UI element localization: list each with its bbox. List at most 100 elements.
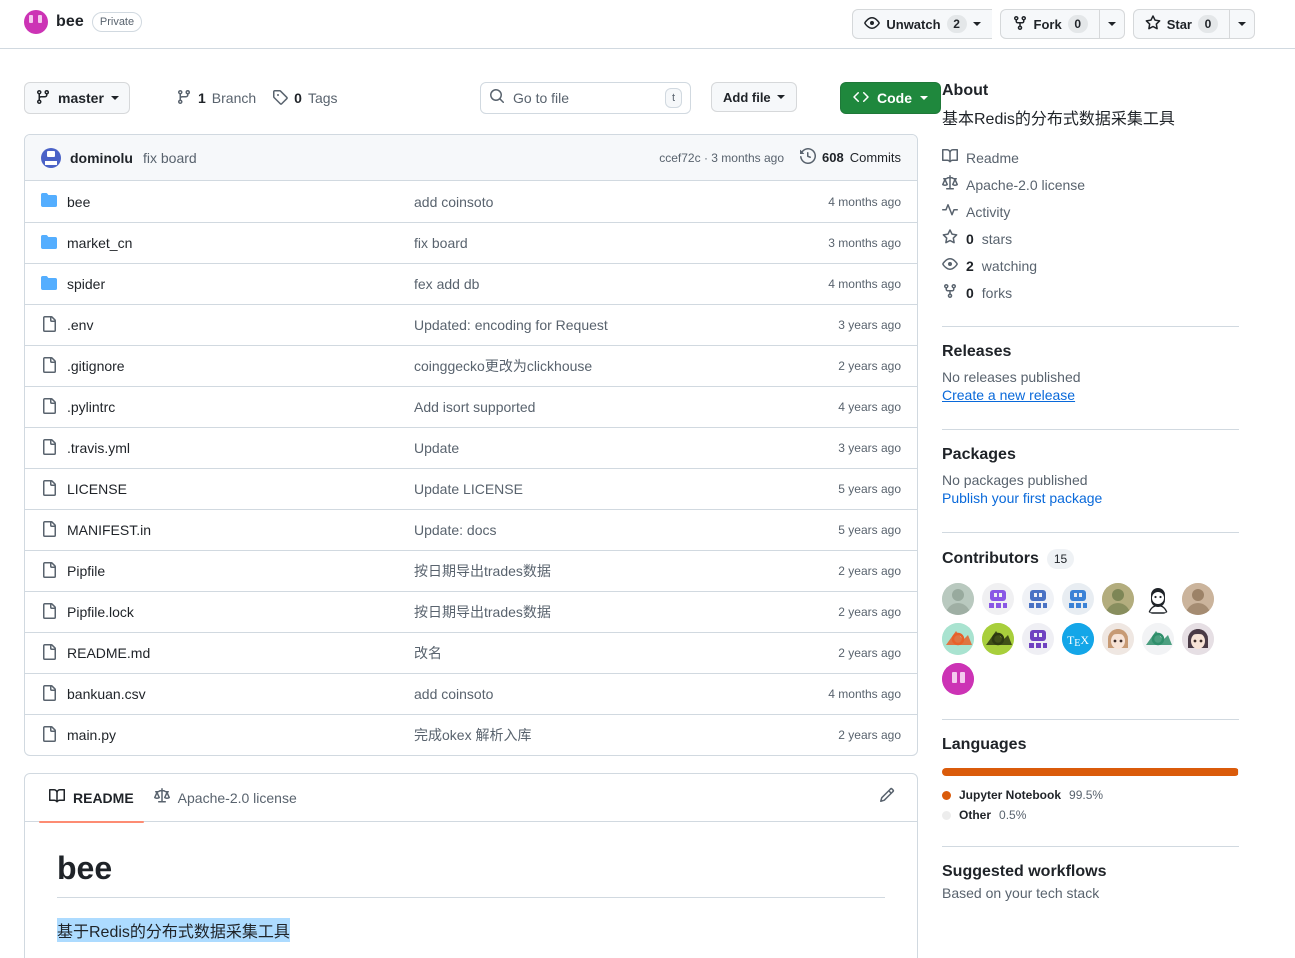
law-icon	[942, 175, 958, 194]
contributor-avatar[interactable]	[982, 623, 1014, 655]
star-dropdown-button[interactable]	[1229, 9, 1255, 39]
contributor-avatar[interactable]	[1022, 623, 1054, 655]
file-name[interactable]: bee	[67, 194, 90, 210]
table-row[interactable]: .travis.yml Update 3 years ago	[25, 427, 917, 468]
about-link-value: 2	[966, 257, 974, 274]
language-legend-item[interactable]: Other 0.5%	[942, 808, 1239, 822]
about-link-apache-2-0-license[interactable]: Apache-2.0 license	[942, 175, 1239, 194]
file-commit-message[interactable]: Update	[414, 440, 838, 456]
file-name[interactable]: Pipfile.lock	[67, 604, 134, 620]
star-button[interactable]: Star 0	[1132, 9, 1229, 39]
file-name[interactable]: spider	[67, 276, 105, 292]
tags-link[interactable]: 0 Tags	[272, 89, 338, 108]
file-commit-message[interactable]: Update LICENSE	[414, 481, 838, 497]
table-row[interactable]: main.py 完成okex 解析入库 2 years ago	[25, 714, 917, 755]
file-commit-message[interactable]: Updated: encoding for Request	[414, 317, 838, 333]
contributor-avatar[interactable]: TEX	[1062, 623, 1094, 655]
file-commit-message[interactable]: coinggecko更改为clickhouse	[414, 356, 838, 376]
repository-identity: bee Private	[24, 10, 143, 34]
file-commit-message[interactable]: 改名	[414, 643, 838, 663]
contributor-avatar[interactable]	[1102, 583, 1134, 615]
table-row[interactable]: bee add coinsoto 4 months ago	[25, 181, 917, 222]
language-color-dot	[942, 790, 951, 800]
file-name[interactable]: LICENSE	[67, 481, 127, 497]
contributor-avatar[interactable]	[942, 663, 974, 695]
add-file-button[interactable]: Add file	[711, 82, 797, 112]
commit-message[interactable]: fix board	[143, 150, 197, 166]
contributor-avatar[interactable]	[1022, 583, 1054, 615]
edit-readme-button[interactable]	[873, 784, 901, 812]
table-row[interactable]: market_cn fix board 3 months ago	[25, 222, 917, 263]
about-link-activity[interactable]: Activity	[942, 202, 1239, 221]
code-button[interactable]: Code	[840, 82, 941, 114]
about-link-stars[interactable]: 0 stars	[942, 229, 1239, 248]
tab-readme[interactable]: README	[39, 774, 144, 823]
fork-button[interactable]: Fork 0	[999, 9, 1099, 39]
contributor-avatar[interactable]	[942, 623, 974, 655]
file-commit-message[interactable]: Add isort supported	[414, 399, 838, 415]
table-row[interactable]: MANIFEST.in Update: docs 5 years ago	[25, 509, 917, 550]
file-name[interactable]: README.md	[67, 645, 150, 661]
file-commit-message[interactable]: 完成okex 解析入库	[414, 725, 838, 745]
file-name[interactable]: main.py	[67, 727, 116, 743]
file-name[interactable]: .pylintrc	[67, 399, 115, 415]
unwatch-button[interactable]: Unwatch 2	[852, 9, 992, 39]
contributor-avatar[interactable]	[1142, 623, 1174, 655]
contributor-avatar[interactable]	[1182, 583, 1214, 615]
file-commit-message[interactable]: 按日期导出trades数据	[414, 561, 838, 581]
contributor-avatar[interactable]	[1182, 623, 1214, 655]
commit-author-name[interactable]: dominolu	[70, 150, 133, 166]
file-commit-message[interactable]: fix board	[414, 235, 828, 251]
file-commit-message[interactable]: add coinsoto	[414, 194, 828, 210]
file-name[interactable]: Pipfile	[67, 563, 105, 579]
tab-license[interactable]: Apache-2.0 license	[144, 774, 307, 822]
about-link-value: 0	[966, 284, 974, 301]
go-to-file-input[interactable]: Go to file t	[480, 82, 691, 114]
table-row[interactable]: README.md 改名 2 years ago	[25, 632, 917, 673]
table-row[interactable]: .pylintrc Add isort supported 4 years ago	[25, 386, 917, 427]
contributor-avatar[interactable]	[1062, 583, 1094, 615]
language-legend-item[interactable]: Jupyter Notebook 99.5%	[942, 788, 1239, 802]
folder-icon	[41, 234, 57, 253]
contributor-avatar[interactable]	[1142, 583, 1174, 615]
fork-dropdown-button[interactable]	[1098, 9, 1125, 39]
file-commit-message[interactable]: Update: docs	[414, 522, 838, 538]
file-name[interactable]: .env	[67, 317, 93, 333]
branches-link[interactable]: 1 Branch	[176, 89, 256, 108]
about-link-watching[interactable]: 2 watching	[942, 256, 1239, 275]
fork-count: 0	[1067, 15, 1088, 33]
eye-icon	[864, 15, 881, 34]
file-commit-message[interactable]: fex add db	[414, 276, 828, 292]
file-name[interactable]: .gitignore	[67, 358, 125, 374]
table-row[interactable]: Pipfile 按日期导出trades数据 2 years ago	[25, 550, 917, 591]
contributors-title[interactable]: Contributors	[942, 550, 1039, 568]
file-commit-message[interactable]: add coinsoto	[414, 686, 828, 702]
table-row[interactable]: .env Updated: encoding for Request 3 years…	[25, 304, 917, 345]
create-release-link[interactable]: Create a new release	[942, 387, 1075, 403]
contributor-avatar[interactable]	[982, 583, 1014, 615]
table-row[interactable]: spider fex add db 4 months ago	[25, 263, 917, 304]
contributor-avatar[interactable]	[942, 583, 974, 615]
table-row[interactable]: LICENSE Update LICENSE 5 years ago	[25, 468, 917, 509]
repository-name[interactable]: bee	[56, 13, 84, 31]
file-commit-message[interactable]: 按日期导出trades数据	[414, 602, 838, 622]
file-name[interactable]: MANIFEST.in	[67, 522, 151, 538]
commits-history-link[interactable]: 608 Commits	[800, 147, 901, 167]
about-link-label: forks	[981, 284, 1013, 301]
about-link-readme[interactable]: Readme	[942, 148, 1239, 167]
language-segment[interactable]	[1237, 768, 1239, 776]
branch-count: 1	[198, 90, 206, 106]
about-link-forks[interactable]: 0 forks	[942, 283, 1239, 302]
table-row[interactable]: bankuan.csv add coinsoto 4 months ago	[25, 673, 917, 714]
commit-hash-and-time[interactable]: ccef72c · 3 months ago	[659, 151, 784, 165]
language-segment[interactable]	[942, 768, 1238, 776]
file-name[interactable]: bankuan.csv	[67, 686, 146, 702]
publish-package-link[interactable]: Publish your first package	[942, 490, 1102, 506]
table-row[interactable]: .gitignore coinggecko更改为clickhouse 2 years…	[25, 345, 917, 386]
file-name[interactable]: .travis.yml	[67, 440, 130, 456]
branch-selector-button[interactable]: master	[24, 82, 130, 114]
contributor-avatar[interactable]	[1102, 623, 1134, 655]
table-row[interactable]: Pipfile.lock 按日期导出trades数据 2 years ago	[25, 591, 917, 632]
commit-author-avatar[interactable]	[41, 147, 61, 168]
file-name[interactable]: market_cn	[67, 235, 132, 251]
